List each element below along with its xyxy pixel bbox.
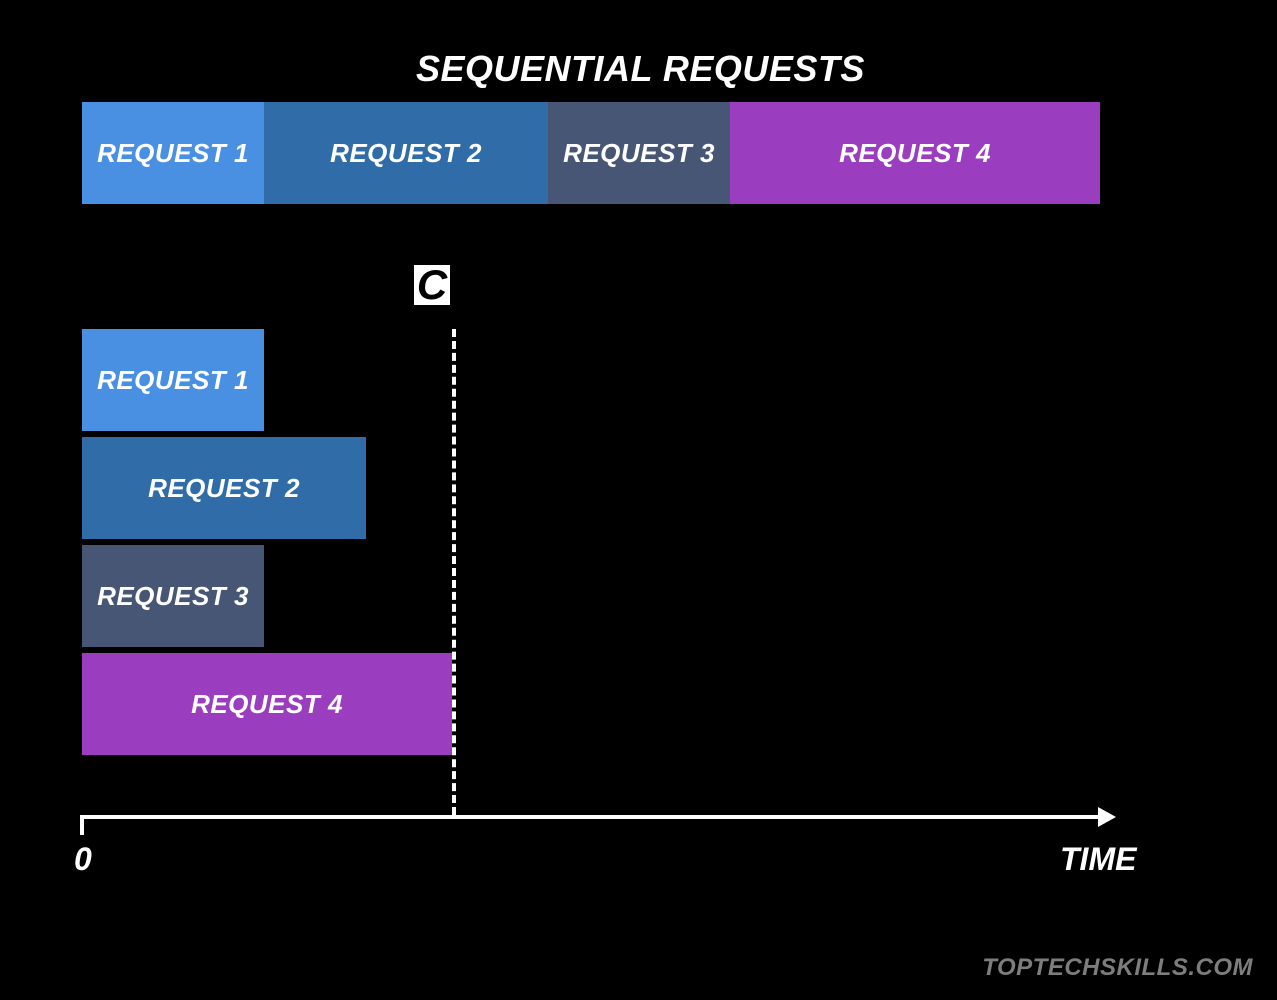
x-axis-time-label: TIME [1060,841,1136,878]
title-sequential: SEQUENTIAL REQUESTS [416,48,865,90]
x-axis-arrow-icon [1098,807,1116,827]
attribution-text: TOPTECHSKILLS.COM [982,954,1253,982]
x-axis-line [82,815,1100,819]
concurrent-bar-request-2: REQUEST 2 [82,437,366,539]
sequential-bar-request-2: REQUEST 2 [264,102,548,204]
x-axis-tick-zero [80,815,84,835]
concurrent-bar-request-3: REQUEST 3 [82,545,264,647]
concurrent-bar-request-1: REQUEST 1 [82,329,264,431]
concurrent-bar-request-4: REQUEST 4 [82,653,452,755]
letter-c: C [414,265,450,305]
sequential-bar-request-3: REQUEST 3 [548,102,730,204]
x-axis-zero-label: 0 [74,841,92,878]
time-marker-dashed-line [452,329,456,815]
sequential-bar-request-4: REQUEST 4 [730,102,1100,204]
sequential-bar-request-1: REQUEST 1 [82,102,264,204]
